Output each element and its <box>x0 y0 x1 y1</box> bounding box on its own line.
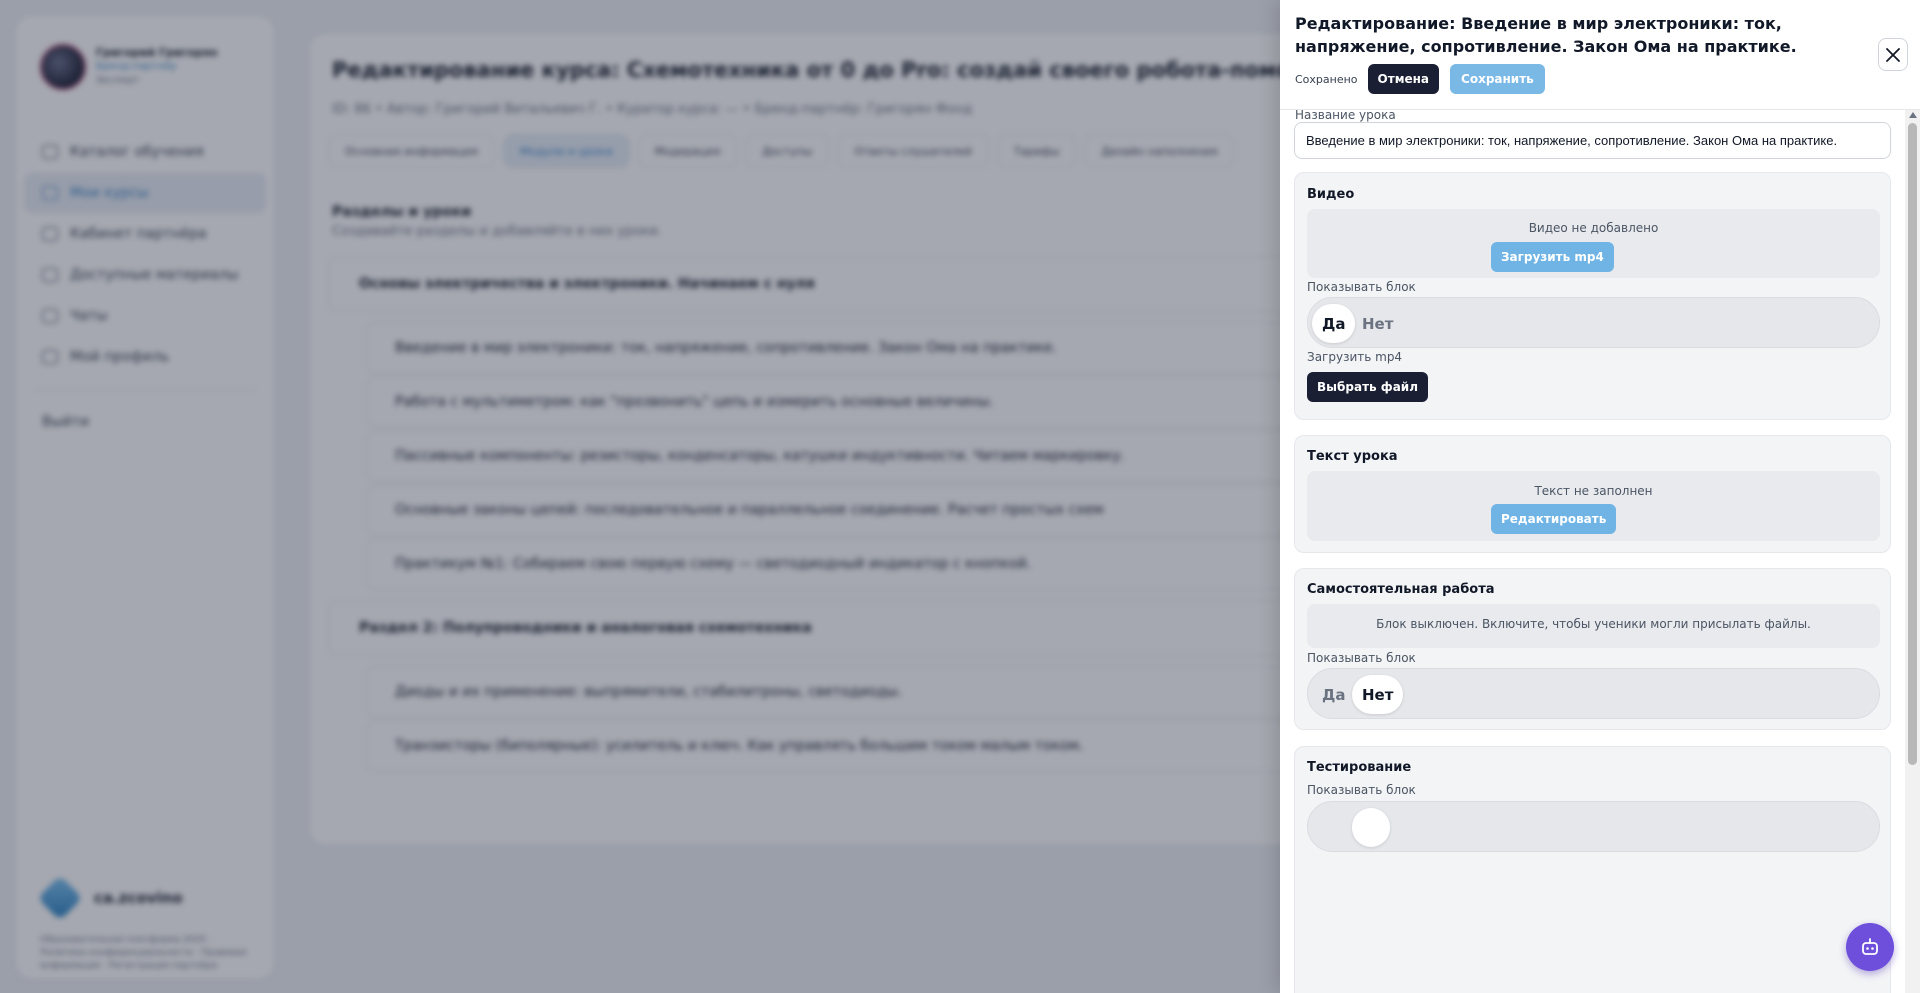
cancel-button[interactable]: Отмена <box>1367 64 1440 94</box>
choose-file-button[interactable]: Выбрать файл <box>1307 372 1428 402</box>
toggle-knob[interactable] <box>1352 808 1390 847</box>
drawer-title: Редактирование: Введение в мир электрони… <box>1295 14 1797 56</box>
close-button[interactable] <box>1878 38 1908 71</box>
video-empty-box: Видео не добавлено Загрузить mp4 <box>1307 209 1880 278</box>
lesson-text-card: Текст урока Текст не заполнен Редактиров… <box>1294 435 1891 553</box>
upload-mp4-button[interactable]: Загрузить mp4 <box>1491 242 1614 272</box>
upload-mp4-label: Загрузить mp4 <box>1307 350 1403 364</box>
video-title: Видео <box>1307 187 1355 202</box>
homework-disabled-text: Блок выключен. Включите, чтобы ученики м… <box>1376 617 1811 631</box>
toggle-no[interactable]: Нет <box>1352 304 1403 343</box>
lesson-text-empty-text: Текст не заполнен <box>1534 484 1653 498</box>
robot-icon <box>1862 938 1878 955</box>
toggle-yes[interactable]: Да <box>1312 304 1356 343</box>
close-icon <box>1886 47 1900 62</box>
scroll-up-arrow[interactable] <box>1909 112 1917 118</box>
saved-status: Сохранено <box>1295 72 1358 86</box>
show-block-label: Показывать блок <box>1307 280 1416 294</box>
scroll-thumb[interactable] <box>1908 123 1917 765</box>
drawer-body: Название урока Введение в мир электроник… <box>1280 108 1920 993</box>
testing-title: Тестирование <box>1307 760 1412 775</box>
homework-show-toggle[interactable]: Да Нет <box>1307 668 1880 719</box>
video-empty-text: Видео не добавлено <box>1528 221 1659 235</box>
lesson-text-title: Текст урока <box>1307 449 1398 464</box>
drawer-header: Редактирование: Введение в мир электрони… <box>1280 0 1920 110</box>
lesson-name-input[interactable]: Введение в мир электроники: ток, напряже… <box>1294 122 1891 159</box>
video-show-toggle[interactable]: Да Нет <box>1307 297 1880 348</box>
drawer-actions: Сохранено Отмена Сохранить <box>1295 64 1545 94</box>
edit-text-button[interactable]: Редактировать <box>1491 504 1617 534</box>
lesson-name-label: Название урока <box>1295 108 1396 122</box>
lesson-edit-drawer: Редактирование: Введение в мир электрони… <box>1280 0 1920 993</box>
toggle-no[interactable]: Нет <box>1352 675 1404 714</box>
video-card: Видео Видео не добавлено Загрузить mp4 П… <box>1294 172 1891 420</box>
toggle-yes[interactable]: Да <box>1312 675 1355 714</box>
testing-show-toggle[interactable] <box>1307 801 1880 852</box>
drawer-scrollbar[interactable] <box>1905 110 1920 993</box>
homework-disabled-box: Блок выключен. Включите, чтобы ученики м… <box>1307 604 1880 648</box>
homework-title: Самостоятельная работа <box>1307 582 1495 597</box>
show-block-label: Показывать блок <box>1307 783 1416 797</box>
assistant-button[interactable] <box>1846 923 1894 971</box>
homework-card: Самостоятельная работа Блок выключен. Вк… <box>1294 568 1891 730</box>
save-button[interactable]: Сохранить <box>1450 64 1545 94</box>
testing-card: Тестирование Показывать блок <box>1294 746 1891 993</box>
show-block-label: Показывать блок <box>1307 651 1416 665</box>
lesson-text-empty-box: Текст не заполнен Редактировать <box>1307 471 1880 541</box>
